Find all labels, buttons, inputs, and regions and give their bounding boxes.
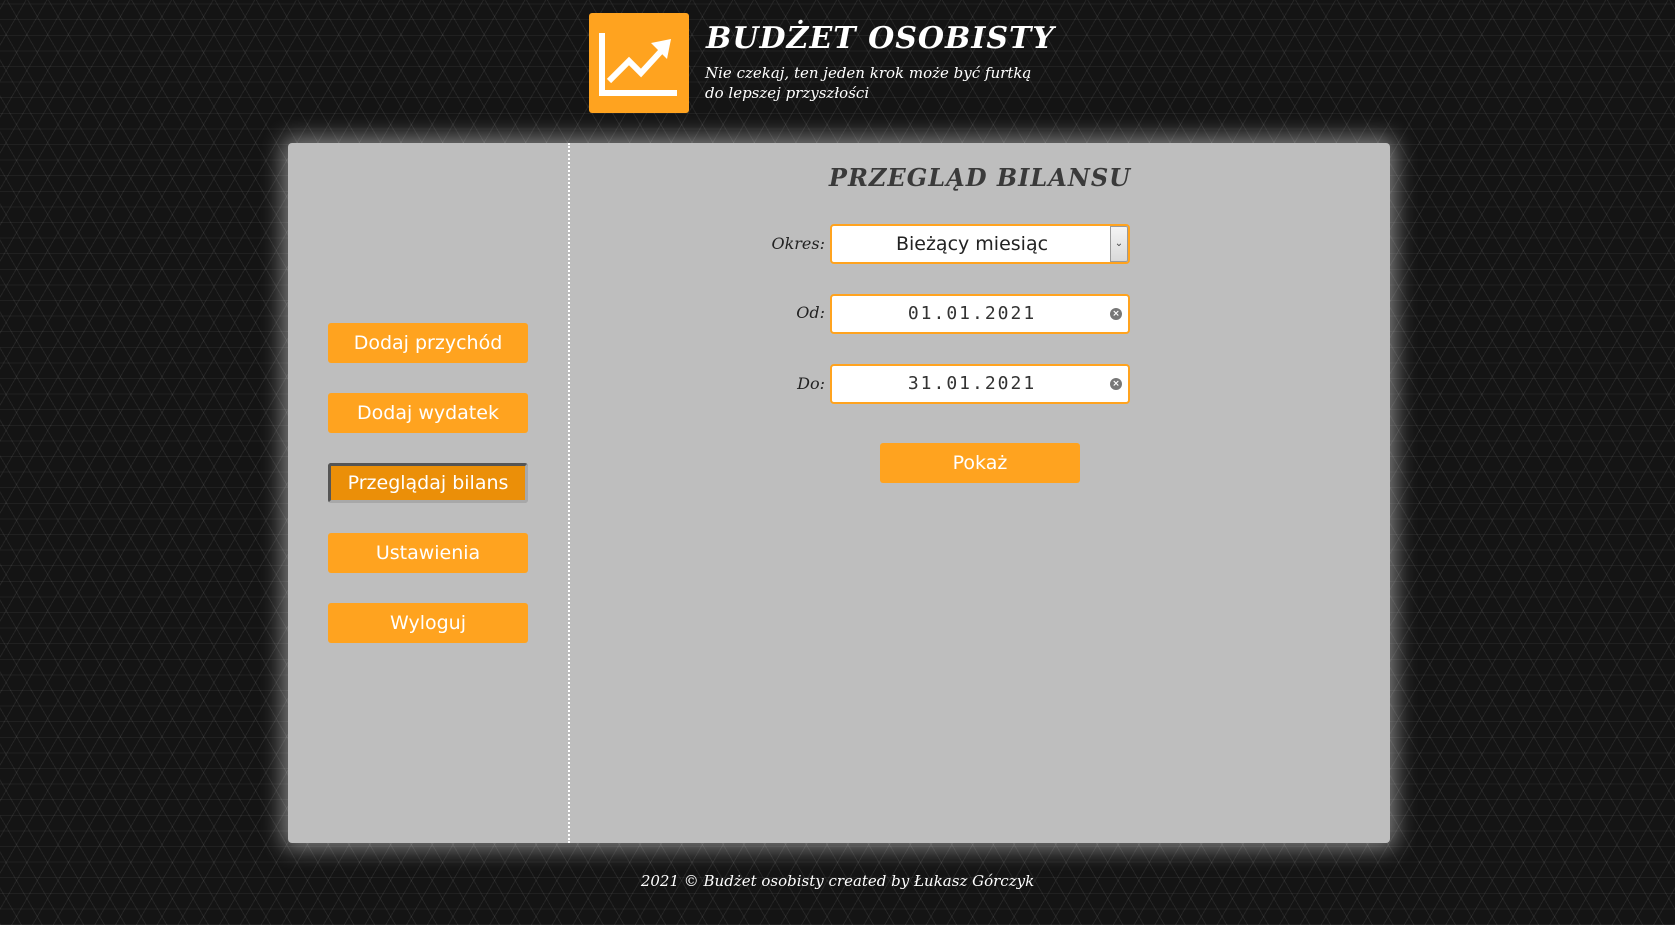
- add-income-button[interactable]: Dodaj przychód: [328, 323, 528, 363]
- footer: 2021 © Budżet osobisty created by Łukasz…: [640, 872, 1035, 890]
- app-title: BUDŻET OSOBISTY: [706, 21, 1055, 56]
- main-panel: Dodaj przychód Dodaj wydatek Przeglądaj …: [288, 143, 1390, 843]
- period-label: Okres:: [771, 234, 825, 253]
- page-title: PRZEGLĄD BILANSU: [828, 163, 1132, 192]
- sidebar: Dodaj przychód Dodaj wydatek Przeglądaj …: [288, 143, 570, 843]
- chevron-down-icon[interactable]: ⌄: [1110, 226, 1128, 262]
- chart-trending-up-icon-svg: [599, 33, 677, 96]
- settings-button[interactable]: Ustawienia: [328, 533, 528, 573]
- logout-button[interactable]: Wyloguj: [328, 603, 528, 643]
- show-button[interactable]: Pokaż: [880, 443, 1080, 483]
- header: BUDŻET OSOBISTY Nie czekaj, ten jeden kr…: [589, 13, 1054, 113]
- period-select-value: Bieżący miesiąc: [895, 233, 1049, 255]
- app-subtitle: Nie czekaj, ten jeden krok może być furt…: [705, 64, 1032, 102]
- add-expense-button[interactable]: Dodaj wydatek: [328, 393, 528, 433]
- view-balance-button[interactable]: Przeglądaj bilans: [328, 463, 528, 503]
- chart-trending-up-icon: [589, 13, 689, 113]
- balance-content: PRZEGLĄD BILANSU Okres: Bieżący miesiąc …: [570, 143, 1390, 843]
- from-date-value: 01.01.2021: [907, 303, 1037, 324]
- period-select[interactable]: Bieżący miesiąc ⌄: [830, 224, 1130, 264]
- clear-icon[interactable]: ×: [1110, 308, 1122, 320]
- to-date-input[interactable]: 31.01.2021 ×: [830, 364, 1130, 404]
- from-date-input[interactable]: 01.01.2021 ×: [830, 294, 1130, 334]
- clear-icon[interactable]: ×: [1110, 378, 1122, 390]
- to-date-label: Do:: [797, 374, 825, 393]
- from-date-label: Od:: [796, 303, 825, 322]
- to-date-value: 31.01.2021: [907, 373, 1037, 394]
